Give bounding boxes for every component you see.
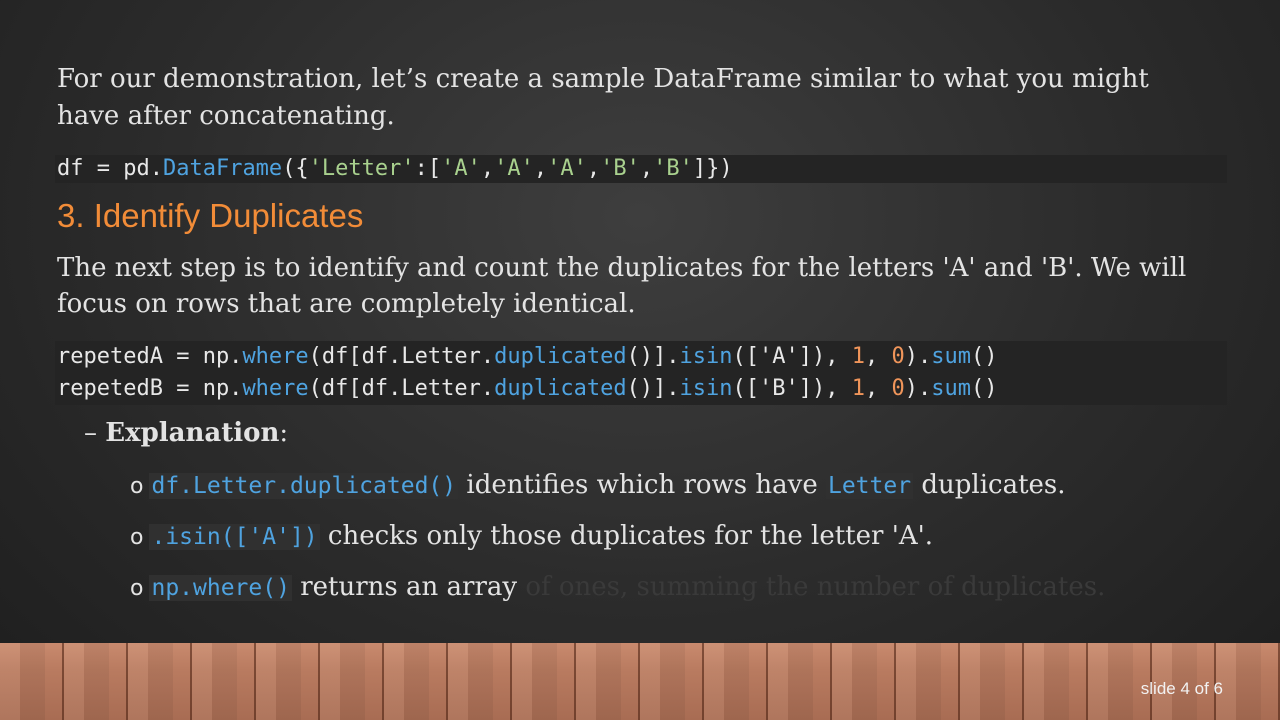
- sub-bullet-text: checks only those duplicates for the let…: [319, 521, 934, 551]
- code-token: 'A': [547, 156, 587, 181]
- code-token: ,: [533, 156, 548, 181]
- code-token: (['B']),: [732, 376, 852, 401]
- wood-floor: [0, 643, 1280, 720]
- sub-bullet-where: o np.where() returns an array of ones, su…: [130, 572, 1105, 602]
- code-token: ,: [865, 344, 892, 369]
- code-token: where: [242, 376, 309, 401]
- code-token: ]}): [692, 156, 733, 181]
- code-token: 'B': [653, 156, 693, 181]
- inline-code: np.where(): [149, 575, 292, 601]
- code-token: 'A': [441, 156, 481, 181]
- code-token: (): [971, 376, 998, 401]
- code-token: isin: [679, 344, 733, 369]
- code-token: duplicated: [494, 376, 627, 401]
- code-token: (df[df.Letter.: [308, 376, 495, 401]
- code-token: sum: [931, 376, 971, 401]
- code-token: ({: [282, 156, 309, 181]
- sub-bullet-text: duplicates.: [913, 470, 1066, 500]
- code-token: repetedA = np.: [57, 344, 243, 369]
- sub-bullet-faded-text: of ones, summing the number of duplicate…: [517, 572, 1106, 602]
- sub-bullet-text: identifies which rows have: [458, 470, 826, 500]
- code-token: DataFrame: [162, 156, 283, 181]
- code-token: sum: [931, 344, 971, 369]
- inline-code: .isin(['A']): [149, 524, 320, 550]
- code-token: 'Letter': [308, 156, 415, 181]
- code-token: ()].: [626, 376, 680, 401]
- code-token: 'A': [494, 156, 534, 181]
- code-token: (): [971, 344, 998, 369]
- circle-bullet-icon: o: [130, 474, 144, 499]
- inline-code: df.Letter.duplicated(): [149, 473, 459, 499]
- code-token: isin: [679, 376, 733, 401]
- code-token: (['A']),: [732, 344, 852, 369]
- code-token: duplicated: [494, 344, 627, 369]
- code-token: 0: [891, 344, 905, 369]
- code-token: ,: [480, 156, 495, 181]
- code-token: where: [242, 344, 309, 369]
- code-block-duplicates: repetedA = np.where(df[df.Letter.duplica…: [55, 341, 1227, 405]
- explanation-label: Explanation: [105, 418, 280, 448]
- dash-marker: –: [84, 418, 97, 448]
- inline-code: Letter: [825, 473, 914, 499]
- intro-text: For our demonstration, let’s create a sa…: [57, 64, 1149, 131]
- code-block-dataframe: df = pd.DataFrame({'Letter':['A','A','A'…: [55, 155, 1227, 183]
- description-paragraph: The next step is to identify and count t…: [57, 253, 1187, 319]
- code-token: 'B': [600, 156, 640, 181]
- explanation-colon: :: [279, 418, 289, 448]
- code-token: repetedB = np.: [57, 376, 243, 401]
- sub-bullet-isin: o .isin(['A']) checks only those duplicat…: [130, 521, 933, 551]
- code-token: df = pd.: [57, 156, 163, 181]
- code-token: (df[df.Letter.: [308, 344, 495, 369]
- code-token: ).: [904, 376, 932, 401]
- wood-floor-texture: [0, 643, 1280, 720]
- code-token: ,: [865, 376, 892, 401]
- explanation-bullet: – Explanation:: [84, 418, 288, 448]
- code-token: 1: [851, 344, 865, 369]
- sub-bullet-duplicated: o df.Letter.duplicated() identifies which…: [130, 470, 1066, 500]
- code-token: ()].: [626, 344, 680, 369]
- sub-bullet-text: returns an array: [291, 572, 518, 602]
- circle-bullet-icon: o: [130, 525, 144, 550]
- slide: For our demonstration, let’s create a sa…: [0, 0, 1280, 720]
- circle-bullet-icon: o: [130, 576, 144, 601]
- code-token: ,: [639, 156, 654, 181]
- code-line-repeted-b: repetedB = np.where(df[df.Letter.duplica…: [57, 373, 1227, 405]
- code-token: ,: [586, 156, 601, 181]
- section-heading: 3. Identify Duplicates: [57, 197, 364, 234]
- code-token: 0: [891, 376, 905, 401]
- slide-number: slide 4 of 6: [1140, 679, 1223, 698]
- code-token: ).: [904, 344, 932, 369]
- code-token: :[: [414, 156, 442, 181]
- code-token: 1: [851, 376, 865, 401]
- code-line-repeted-a: repetedA = np.where(df[df.Letter.duplica…: [57, 341, 1227, 373]
